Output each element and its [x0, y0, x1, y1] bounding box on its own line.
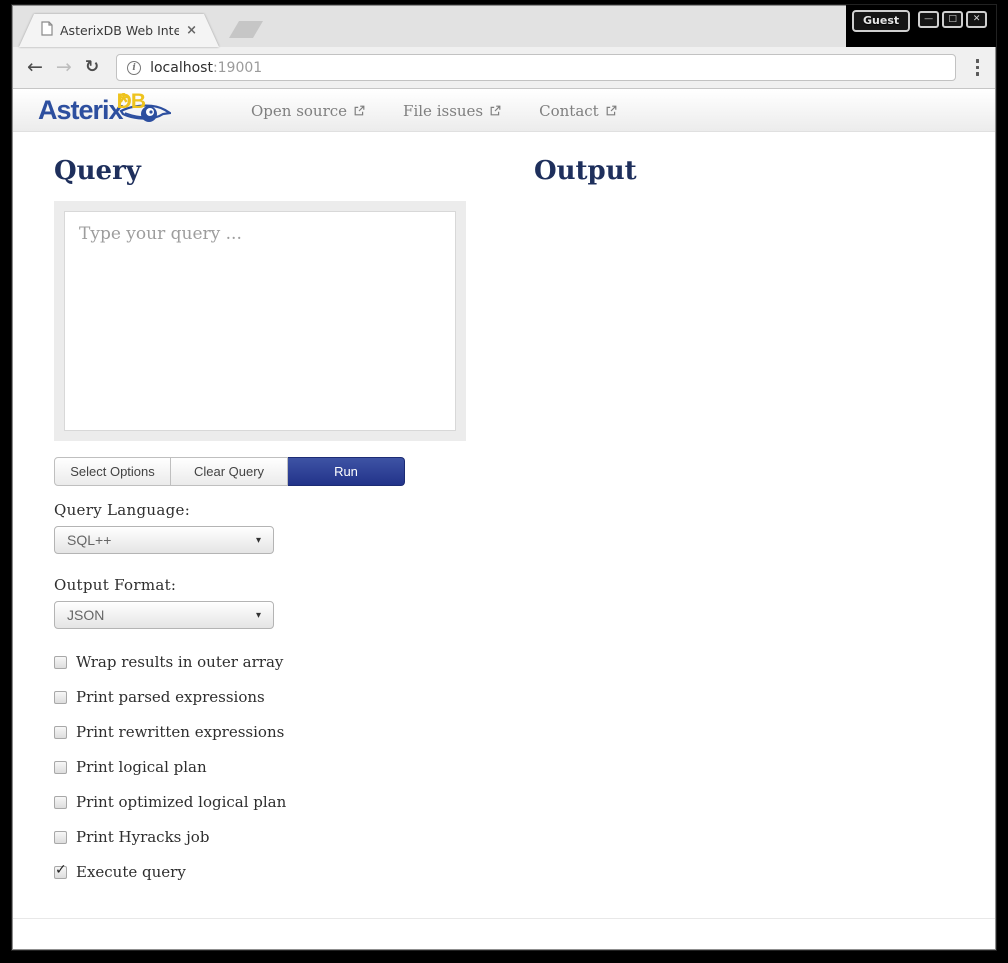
desktop-background: AsterixDB Web Interface × Guest — □ ✕ ← …	[0, 0, 1008, 963]
url-text: localhost:19001	[150, 60, 262, 76]
checkbox-label[interactable]: Print optimized logical plan	[76, 793, 286, 811]
external-link-icon	[354, 105, 365, 116]
nav-link-file-issues[interactable]: File issues	[403, 102, 501, 120]
page-info-icon[interactable]: i	[127, 61, 141, 75]
query-language-label: Query Language:	[54, 501, 995, 519]
page-icon	[41, 21, 53, 40]
nav-link-contact[interactable]: Contact	[539, 102, 617, 120]
output-heading: Output	[534, 156, 637, 186]
checkbox-label[interactable]: Print Hyracks job	[76, 828, 209, 846]
forward-icon: →	[56, 58, 72, 77]
select-options-button[interactable]: Select Options	[54, 457, 171, 486]
external-link-icon	[606, 105, 617, 116]
query-language-select[interactable]: SQL++ ▾	[54, 526, 274, 554]
reload-icon[interactable]: ↻	[85, 59, 99, 76]
query-input[interactable]	[64, 211, 456, 431]
back-icon[interactable]: ←	[27, 58, 43, 77]
checkbox-row-wrap-results: ✓ Wrap results in outer array	[54, 651, 995, 673]
query-column: Query Select Options Clear Query Run Que…	[54, 156, 995, 883]
checkbox-row-print-parsed: ✓ Print parsed expressions	[54, 686, 995, 708]
asterixdb-logo[interactable]: Asterix * DB	[38, 95, 198, 127]
new-tab-button[interactable]	[229, 21, 263, 38]
checkbox-label[interactable]: Execute query	[76, 863, 186, 881]
maximize-icon[interactable]: □	[942, 11, 963, 28]
print-hyracks-job-checkbox[interactable]: ✓	[54, 831, 67, 844]
guest-profile-button[interactable]: Guest	[852, 10, 910, 32]
nav-links: Open source File issues Contact	[251, 102, 617, 120]
query-editor-panel	[54, 201, 466, 441]
address-bar[interactable]: i localhost:19001	[116, 54, 955, 81]
nav-link-label: File issues	[403, 102, 483, 120]
execute-query-checkbox[interactable]: ✓	[54, 866, 67, 879]
check-icon: ✓	[55, 862, 67, 878]
browser-window: AsterixDB Web Interface × Guest — □ ✕ ← …	[12, 5, 996, 950]
site-navbar: Asterix * DB Open source	[13, 90, 995, 132]
checkbox-label[interactable]: Print parsed expressions	[76, 688, 265, 706]
tab-close-icon[interactable]: ×	[186, 23, 197, 38]
output-format-select[interactable]: JSON ▾	[54, 601, 274, 629]
print-optimized-plan-checkbox[interactable]: ✓	[54, 796, 67, 809]
browser-toolbar: ← → ↻ i localhost:19001	[13, 47, 995, 89]
checkbox-row-print-logical: ✓ Print logical plan	[54, 756, 995, 778]
print-parsed-checkbox[interactable]: ✓	[54, 691, 67, 704]
run-button[interactable]: Run	[288, 457, 405, 486]
checkbox-label[interactable]: Wrap results in outer array	[76, 653, 283, 671]
close-icon[interactable]: ✕	[966, 11, 987, 28]
url-port: :19001	[213, 60, 262, 76]
browser-tab[interactable]: AsterixDB Web Interface ×	[19, 14, 219, 47]
page: Asterix * DB Open source	[13, 90, 995, 949]
checkbox-label[interactable]: Print rewritten expressions	[76, 723, 284, 741]
print-logical-plan-checkbox[interactable]: ✓	[54, 761, 67, 774]
logo-db-text: DB	[117, 90, 145, 114]
chevron-down-icon: ▾	[256, 535, 261, 546]
url-host: localhost	[150, 60, 213, 76]
output-format-label: Output Format:	[54, 576, 995, 594]
chevron-down-icon: ▾	[256, 610, 261, 621]
tab-title: AsterixDB Web Interface	[60, 23, 179, 38]
nav-link-label: Contact	[539, 102, 599, 120]
tab-strip: AsterixDB Web Interface × Guest — □ ✕	[13, 6, 995, 47]
browser-menu-icon[interactable]	[972, 55, 984, 80]
checkbox-row-print-rewritten: ✓ Print rewritten expressions	[54, 721, 995, 743]
checkbox-row-print-hyracks: ✓ Print Hyracks job	[54, 826, 995, 848]
minimize-icon[interactable]: —	[918, 11, 939, 28]
print-rewritten-checkbox[interactable]: ✓	[54, 726, 67, 739]
logo-asterix-text: Asterix	[38, 95, 123, 126]
wrap-results-checkbox[interactable]: ✓	[54, 656, 67, 669]
nav-link-open-source[interactable]: Open source	[251, 102, 365, 120]
query-options-checkboxes: ✓ Wrap results in outer array ✓ Print pa…	[54, 651, 995, 883]
page-footer	[13, 918, 995, 949]
checkbox-label[interactable]: Print logical plan	[76, 758, 207, 776]
query-heading: Query	[54, 156, 995, 186]
output-format-value: JSON	[67, 607, 104, 623]
titlebar: Guest — □ ✕	[846, 5, 996, 47]
query-button-group: Select Options Clear Query Run	[54, 457, 995, 486]
external-link-icon	[490, 105, 501, 116]
output-column: Output	[534, 156, 637, 201]
query-language-value: SQL++	[67, 532, 111, 548]
clear-query-button[interactable]: Clear Query	[171, 457, 288, 486]
checkbox-row-print-optimized: ✓ Print optimized logical plan	[54, 791, 995, 813]
window-controls: — □ ✕	[918, 11, 987, 28]
content-area: Query Select Options Clear Query Run Que…	[13, 132, 995, 883]
nav-link-label: Open source	[251, 102, 347, 120]
checkbox-row-execute-query: ✓ Execute query	[54, 861, 995, 883]
